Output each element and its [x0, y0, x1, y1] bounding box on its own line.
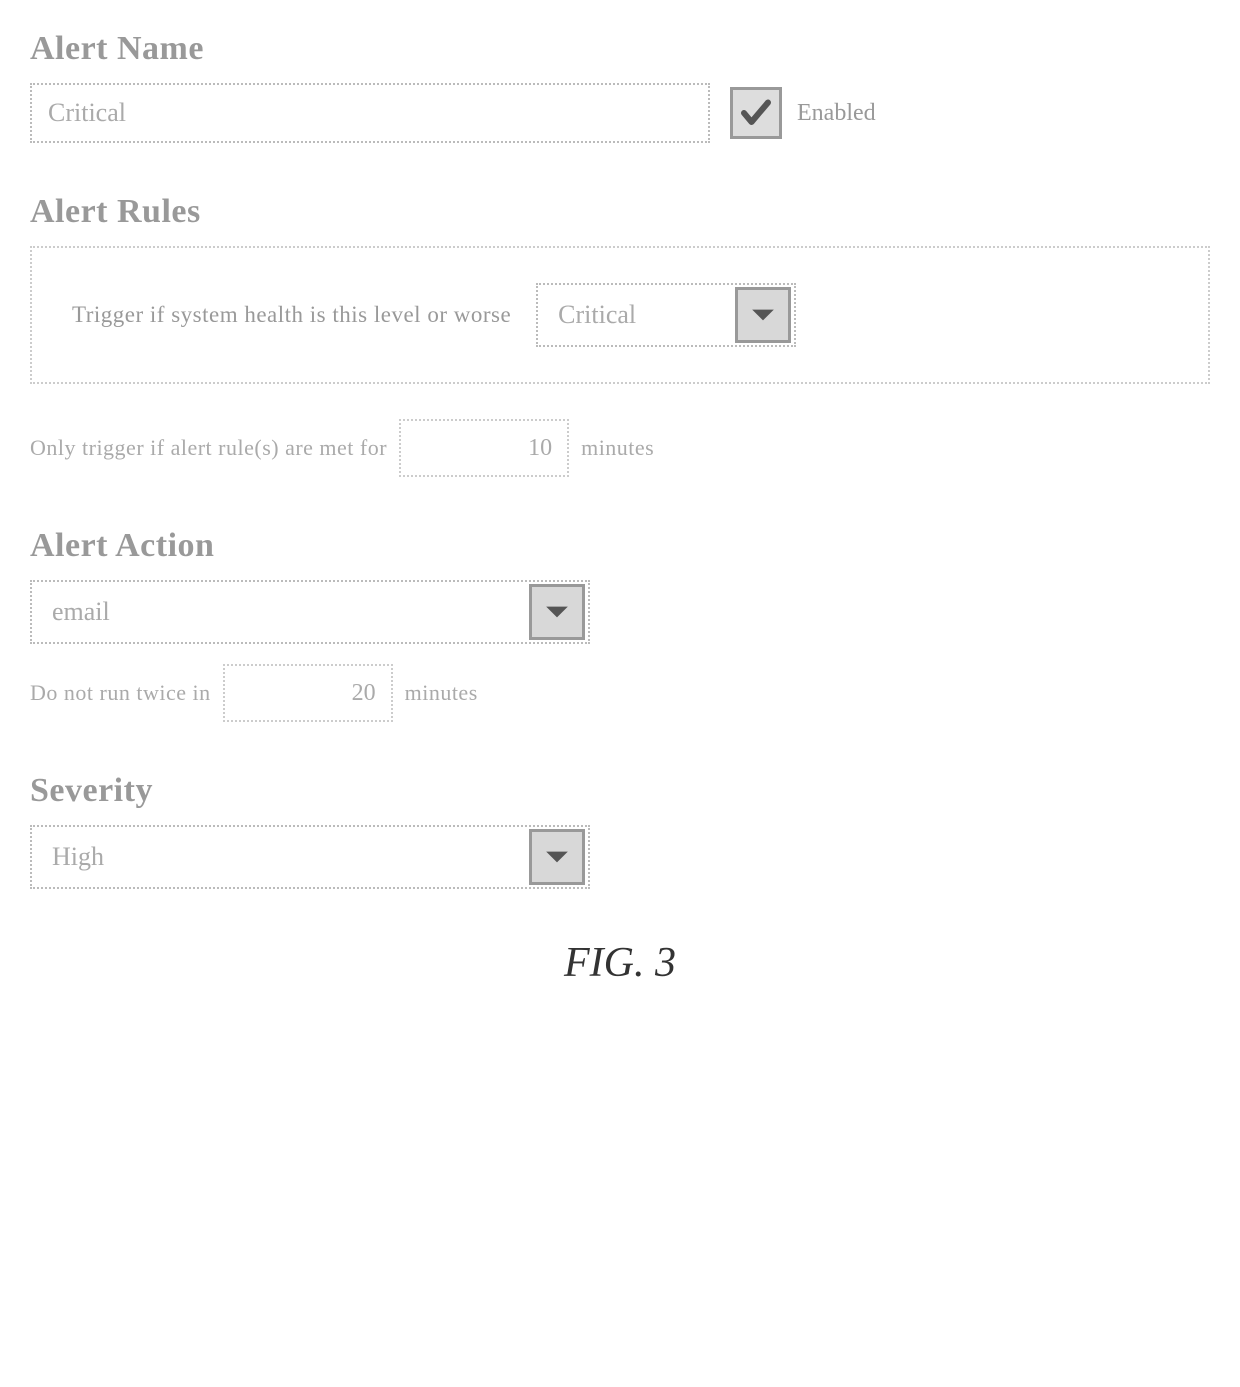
action-dropdown[interactable]: email — [30, 580, 590, 644]
chevron-down-icon — [544, 603, 570, 621]
duration-suffix: minutes — [581, 435, 654, 461]
duration-prefix: Only trigger if alert rule(s) are met fo… — [30, 435, 387, 461]
health-level-value: Critical — [538, 300, 732, 330]
rule-box: Trigger if system health is this level o… — [30, 246, 1210, 384]
figure-caption: FIG. 3 — [30, 939, 1210, 987]
health-level-dropdown[interactable]: Critical — [536, 283, 796, 347]
severity-section: Severity High — [30, 772, 1210, 889]
enabled-checkbox[interactable] — [730, 87, 782, 139]
duration-row: Only trigger if alert rule(s) are met fo… — [30, 419, 1210, 477]
chevron-down-icon — [544, 848, 570, 866]
check-icon — [738, 95, 774, 131]
severity-heading: Severity — [30, 772, 1210, 810]
severity-value: High — [32, 842, 526, 872]
action-value: email — [32, 597, 526, 627]
throttle-input[interactable] — [223, 664, 393, 722]
duration-input[interactable] — [399, 419, 569, 477]
alert-name-input[interactable] — [30, 83, 710, 143]
alert-action-section: Alert Action email Do not run twice in m… — [30, 527, 1210, 722]
enabled-checkbox-wrap: Enabled — [730, 87, 876, 139]
alert-name-heading: Alert Name — [30, 30, 1210, 68]
trigger-text: Trigger if system health is this level o… — [72, 302, 511, 328]
dropdown-arrow — [529, 584, 585, 640]
enabled-label: Enabled — [797, 100, 876, 127]
dropdown-arrow — [735, 287, 791, 343]
alert-rules-heading: Alert Rules — [30, 193, 1210, 231]
throttle-row: Do not run twice in minutes — [30, 664, 1210, 722]
alert-name-row: Enabled — [30, 83, 1210, 143]
chevron-down-icon — [750, 306, 776, 324]
dropdown-arrow — [529, 829, 585, 885]
alert-rules-section: Alert Rules Trigger if system health is … — [30, 193, 1210, 477]
severity-dropdown[interactable]: High — [30, 825, 590, 889]
throttle-prefix: Do not run twice in — [30, 680, 211, 706]
alert-name-section: Alert Name Enabled — [30, 30, 1210, 143]
throttle-suffix: minutes — [405, 680, 478, 706]
alert-action-heading: Alert Action — [30, 527, 1210, 565]
